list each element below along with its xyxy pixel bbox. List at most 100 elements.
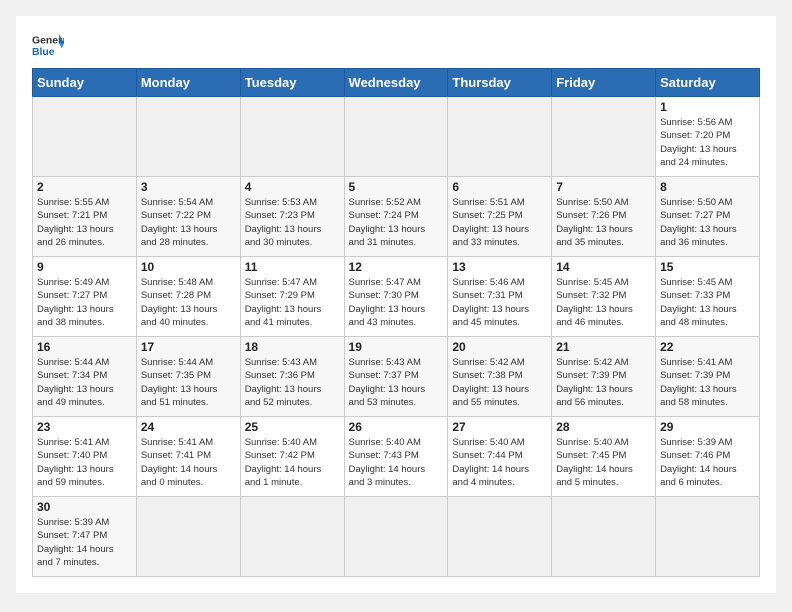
calendar-cell: 13 Sunrise: 5:46 AM Sunset: 7:31 PM Dayli… [448,257,552,337]
calendar-cell: 25Sunrise: 5:40 AM Sunset: 7:42 PM Dayli… [240,417,344,497]
calendar-week-row: 9 Sunrise: 5:49 AM Sunset: 7:27 PM Daylig… [33,257,760,337]
day-number: 22 [660,340,755,354]
svg-text:Blue: Blue [32,47,55,58]
weekday-header-sunday: Sunday [33,69,137,97]
day-number: 30 [37,500,132,514]
day-number: 19 [349,340,444,354]
day-info: Sunrise: 5:53 AM Sunset: 7:23 PM Dayligh… [245,196,340,249]
day-number: 15 [660,260,755,274]
day-number: 7 [556,180,651,194]
day-number: 5 [349,180,444,194]
day-info: Sunrise: 5:42 AM Sunset: 7:38 PM Dayligh… [452,356,547,409]
calendar-cell: 5 Sunrise: 5:52 AM Sunset: 7:24 PM Daylig… [344,177,448,257]
day-number: 27 [452,420,547,434]
logo-icon: General Blue [32,32,64,60]
logo: General Blue [32,32,64,60]
calendar-cell: 9 Sunrise: 5:49 AM Sunset: 7:27 PM Daylig… [33,257,137,337]
calendar-cell [344,497,448,577]
day-number: 12 [349,260,444,274]
calendar-cell: 16 Sunrise: 5:44 AM Sunset: 7:34 PM Dayli… [33,337,137,417]
day-number: 28 [556,420,651,434]
day-number: 9 [37,260,132,274]
calendar-cell [552,97,656,177]
day-info: Sunrise: 5:52 AM Sunset: 7:24 PM Dayligh… [349,196,444,249]
weekday-row: SundayMondayTuesdayWednesdayThursdayFrid… [33,69,760,97]
day-number: 23 [37,420,132,434]
calendar-cell: 28 Sunrise: 5:40 AM Sunset: 7:45 PM Dayli… [552,417,656,497]
day-number: 10 [141,260,236,274]
day-number: 24 [141,420,236,434]
weekday-header-saturday: Saturday [656,69,760,97]
calendar-cell: 4Sunrise: 5:53 AM Sunset: 7:23 PM Daylig… [240,177,344,257]
calendar-body: 1Sunrise: 5:56 AM Sunset: 7:20 PM Daylig… [33,97,760,577]
day-info: Sunrise: 5:41 AM Sunset: 7:39 PM Dayligh… [660,356,755,409]
calendar-week-row: 2 Sunrise: 5:55 AM Sunset: 7:21 PM Daylig… [33,177,760,257]
weekday-header-friday: Friday [552,69,656,97]
calendar-cell: 2 Sunrise: 5:55 AM Sunset: 7:21 PM Daylig… [33,177,137,257]
calendar-cell: 26Sunrise: 5:40 AM Sunset: 7:43 PM Dayli… [344,417,448,497]
calendar-cell [240,497,344,577]
calendar-cell: 27Sunrise: 5:40 AM Sunset: 7:44 PM Dayli… [448,417,552,497]
calendar-table: SundayMondayTuesdayWednesdayThursdayFrid… [32,68,760,577]
calendar-cell: 14Sunrise: 5:45 AM Sunset: 7:32 PM Dayli… [552,257,656,337]
day-info: Sunrise: 5:54 AM Sunset: 7:22 PM Dayligh… [141,196,236,249]
calendar-cell: 24 Sunrise: 5:41 AM Sunset: 7:41 PM Dayli… [136,417,240,497]
calendar-cell: 17Sunrise: 5:44 AM Sunset: 7:35 PM Dayli… [136,337,240,417]
day-info: Sunrise: 5:51 AM Sunset: 7:25 PM Dayligh… [452,196,547,249]
day-info: Sunrise: 5:46 AM Sunset: 7:31 PM Dayligh… [452,276,547,329]
calendar-cell: 20 Sunrise: 5:42 AM Sunset: 7:38 PM Dayli… [448,337,552,417]
day-info: Sunrise: 5:40 AM Sunset: 7:45 PM Dayligh… [556,436,651,489]
day-info: Sunrise: 5:40 AM Sunset: 7:43 PM Dayligh… [349,436,444,489]
day-number: 13 [452,260,547,274]
day-number: 25 [245,420,340,434]
day-info: Sunrise: 5:42 AM Sunset: 7:39 PM Dayligh… [556,356,651,409]
header: General Blue [32,32,760,60]
day-info: Sunrise: 5:45 AM Sunset: 7:33 PM Dayligh… [660,276,755,329]
day-info: Sunrise: 5:55 AM Sunset: 7:21 PM Dayligh… [37,196,132,249]
day-info: Sunrise: 5:44 AM Sunset: 7:35 PM Dayligh… [141,356,236,409]
weekday-header-tuesday: Tuesday [240,69,344,97]
weekday-header-monday: Monday [136,69,240,97]
day-info: Sunrise: 5:50 AM Sunset: 7:26 PM Dayligh… [556,196,651,249]
day-info: Sunrise: 5:41 AM Sunset: 7:41 PM Dayligh… [141,436,236,489]
calendar-cell: 6 Sunrise: 5:51 AM Sunset: 7:25 PM Daylig… [448,177,552,257]
day-info: Sunrise: 5:41 AM Sunset: 7:40 PM Dayligh… [37,436,132,489]
calendar-cell: 12 Sunrise: 5:47 AM Sunset: 7:30 PM Dayli… [344,257,448,337]
day-info: Sunrise: 5:48 AM Sunset: 7:28 PM Dayligh… [141,276,236,329]
day-number: 11 [245,260,340,274]
day-number: 2 [37,180,132,194]
calendar-week-row: 23 Sunrise: 5:41 AM Sunset: 7:40 PM Dayli… [33,417,760,497]
calendar-week-row: 16 Sunrise: 5:44 AM Sunset: 7:34 PM Dayli… [33,337,760,417]
day-info: Sunrise: 5:56 AM Sunset: 7:20 PM Dayligh… [660,116,755,169]
calendar-cell [656,497,760,577]
calendar-cell: 1Sunrise: 5:56 AM Sunset: 7:20 PM Daylig… [656,97,760,177]
weekday-header-wednesday: Wednesday [344,69,448,97]
day-info: Sunrise: 5:39 AM Sunset: 7:47 PM Dayligh… [37,516,132,569]
calendar-cell: 29Sunrise: 5:39 AM Sunset: 7:46 PM Dayli… [656,417,760,497]
day-number: 20 [452,340,547,354]
calendar-cell: 19 Sunrise: 5:43 AM Sunset: 7:37 PM Dayli… [344,337,448,417]
day-number: 14 [556,260,651,274]
day-info: Sunrise: 5:39 AM Sunset: 7:46 PM Dayligh… [660,436,755,489]
calendar-cell [448,97,552,177]
calendar-cell [344,97,448,177]
calendar-cell [552,497,656,577]
calendar-cell: 23 Sunrise: 5:41 AM Sunset: 7:40 PM Dayli… [33,417,137,497]
day-number: 21 [556,340,651,354]
day-info: Sunrise: 5:49 AM Sunset: 7:27 PM Dayligh… [37,276,132,329]
day-info: Sunrise: 5:47 AM Sunset: 7:30 PM Dayligh… [349,276,444,329]
day-info: Sunrise: 5:43 AM Sunset: 7:37 PM Dayligh… [349,356,444,409]
calendar-cell: 30 Sunrise: 5:39 AM Sunset: 7:47 PM Dayli… [33,497,137,577]
day-info: Sunrise: 5:47 AM Sunset: 7:29 PM Dayligh… [245,276,340,329]
day-info: Sunrise: 5:44 AM Sunset: 7:34 PM Dayligh… [37,356,132,409]
day-number: 16 [37,340,132,354]
day-number: 6 [452,180,547,194]
calendar-cell: 22 Sunrise: 5:41 AM Sunset: 7:39 PM Dayli… [656,337,760,417]
calendar-header: SundayMondayTuesdayWednesdayThursdayFrid… [33,69,760,97]
day-info: Sunrise: 5:43 AM Sunset: 7:36 PM Dayligh… [245,356,340,409]
calendar-cell: 21 Sunrise: 5:42 AM Sunset: 7:39 PM Dayli… [552,337,656,417]
calendar-week-row: 1Sunrise: 5:56 AM Sunset: 7:20 PM Daylig… [33,97,760,177]
calendar-cell: 7 Sunrise: 5:50 AM Sunset: 7:26 PM Daylig… [552,177,656,257]
page: General Blue SundayMondayTuesdayWednesda… [16,16,776,593]
day-number: 18 [245,340,340,354]
